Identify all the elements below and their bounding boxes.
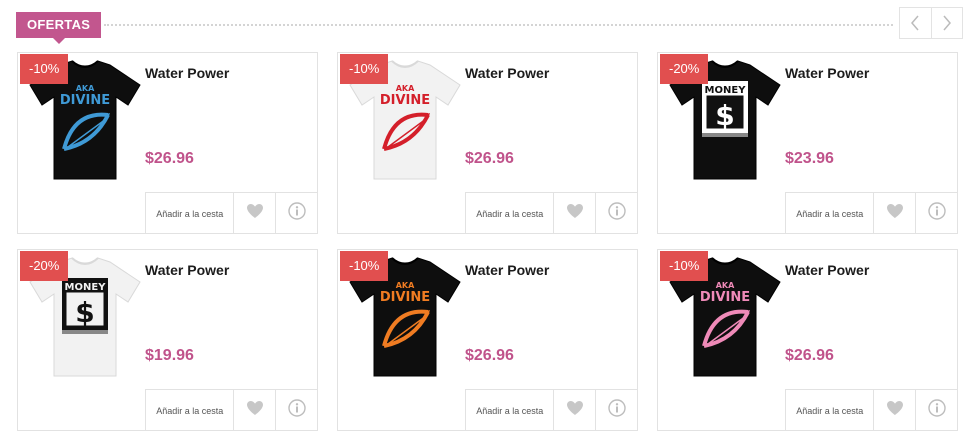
- product-price: $26.96: [465, 347, 514, 364]
- next-button[interactable]: [930, 8, 963, 38]
- chevron-right-icon: [943, 15, 951, 31]
- svg-text:AKA: AKA: [76, 84, 95, 93]
- product-actions: Añadir a la cesta: [465, 389, 638, 431]
- chevron-left-icon: [911, 15, 919, 31]
- add-to-cart-button[interactable]: Añadir a la cesta: [466, 193, 553, 234]
- info-icon: [928, 399, 946, 422]
- wishlist-button[interactable]: [553, 193, 595, 234]
- info-icon: [608, 399, 626, 422]
- info-button[interactable]: [595, 390, 638, 431]
- product-price: $26.96: [465, 150, 514, 167]
- heart-icon: [246, 203, 264, 224]
- svg-text:$: $: [715, 99, 734, 132]
- info-button[interactable]: [915, 193, 958, 234]
- divider: [104, 24, 893, 26]
- svg-text:$: $: [75, 296, 94, 329]
- product-actions: Añadir a la cesta: [465, 192, 638, 234]
- discount-badge: -10%: [660, 251, 709, 281]
- add-to-cart-button[interactable]: Añadir a la cesta: [146, 193, 233, 234]
- discount-badge: -10%: [340, 54, 389, 84]
- product-actions: Añadir a la cesta: [785, 389, 958, 431]
- product-card: AKA DIVINE -10% Water Power $26.96 Añadi…: [337, 249, 638, 431]
- add-to-cart-button[interactable]: Añadir a la cesta: [786, 390, 873, 431]
- product-card: AKA DIVINE -10% Water Power $26.96 Añadi…: [17, 52, 318, 234]
- wishlist-button[interactable]: [873, 193, 915, 234]
- product-name[interactable]: Water Power: [785, 262, 869, 278]
- svg-text:DIVINE: DIVINE: [700, 290, 750, 305]
- svg-text:DIVINE: DIVINE: [60, 93, 110, 108]
- prev-button[interactable]: [900, 8, 931, 38]
- add-to-cart-button[interactable]: Añadir a la cesta: [466, 390, 553, 431]
- svg-text:AKA: AKA: [716, 281, 735, 290]
- carousel-nav: [899, 7, 963, 39]
- product-price: $26.96: [785, 347, 834, 364]
- discount-badge: -10%: [20, 54, 69, 84]
- product-name[interactable]: Water Power: [145, 65, 229, 81]
- svg-text:AKA: AKA: [396, 84, 415, 93]
- svg-text:AKA: AKA: [396, 281, 415, 290]
- discount-badge: -20%: [20, 251, 69, 281]
- svg-text:MONEY: MONEY: [705, 85, 747, 96]
- info-button[interactable]: [595, 193, 638, 234]
- product-actions: Añadir a la cesta: [145, 192, 318, 234]
- heart-icon: [886, 203, 904, 224]
- product-name[interactable]: Water Power: [465, 262, 549, 278]
- info-button[interactable]: [275, 390, 318, 431]
- product-card: AKA DIVINE -10% Water Power $26.96 Añadi…: [337, 52, 638, 234]
- heart-icon: [566, 203, 584, 224]
- product-price: $19.96: [145, 347, 194, 364]
- product-card: AKA DIVINE -10% Water Power $26.96 Añadi…: [657, 249, 958, 431]
- svg-text:DIVINE: DIVINE: [380, 93, 430, 108]
- wishlist-button[interactable]: [233, 390, 275, 431]
- discount-badge: -20%: [660, 54, 709, 84]
- heart-icon: [566, 400, 584, 421]
- info-button[interactable]: [275, 193, 318, 234]
- product-name[interactable]: Water Power: [785, 65, 869, 81]
- product-actions: Añadir a la cesta: [145, 389, 318, 431]
- product-name[interactable]: Water Power: [465, 65, 549, 81]
- product-card: MONEY $ -20% Water Power $23.96 Añadir a…: [657, 52, 958, 234]
- add-to-cart-button[interactable]: Añadir a la cesta: [786, 193, 873, 234]
- section-title: OFERTAS: [16, 12, 102, 44]
- heart-icon: [246, 400, 264, 421]
- product-card: MONEY $ -20% Water Power $19.96 Añadir a…: [17, 249, 318, 431]
- product-price: $23.96: [785, 150, 834, 167]
- wishlist-button[interactable]: [233, 193, 275, 234]
- info-icon: [288, 399, 306, 422]
- product-name[interactable]: Water Power: [145, 262, 229, 278]
- svg-text:MONEY: MONEY: [65, 282, 107, 293]
- add-to-cart-button[interactable]: Añadir a la cesta: [146, 390, 233, 431]
- product-actions: Añadir a la cesta: [785, 192, 958, 234]
- discount-badge: -10%: [340, 251, 389, 281]
- product-price: $26.96: [145, 150, 194, 167]
- svg-text:DIVINE: DIVINE: [380, 290, 430, 305]
- info-icon: [608, 202, 626, 225]
- wishlist-button[interactable]: [873, 390, 915, 431]
- wishlist-button[interactable]: [553, 390, 595, 431]
- heart-icon: [886, 400, 904, 421]
- section-header: OFERTAS: [0, 0, 969, 48]
- info-icon: [288, 202, 306, 225]
- info-button[interactable]: [915, 390, 958, 431]
- info-icon: [928, 202, 946, 225]
